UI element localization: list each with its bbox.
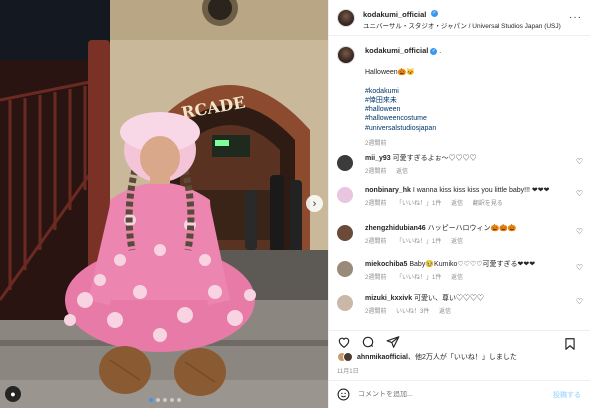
caption-time[interactable]: 2週間前 [365,141,441,149]
carousel-dot [156,398,160,402]
heart-icon[interactable] [337,335,351,349]
avatar[interactable] [337,46,355,64]
comment-like-heart-icon[interactable]: ♡ [576,157,583,166]
next-slide-button[interactable]: › [306,195,323,212]
comment-time[interactable]: 2週間前 [365,275,386,281]
avatar [343,352,353,362]
action-bar [329,330,590,354]
avatar[interactable] [337,225,353,241]
post-comment-button[interactable]: 投稿する [553,390,581,400]
user-tag-icon: ● [10,389,16,399]
comment-likes[interactable]: 「いいね！」1件 [396,275,441,281]
comment-like-heart-icon[interactable]: ♡ [576,297,583,306]
comment-like-heart-icon[interactable]: ♡ [576,189,583,198]
translate-button[interactable]: 翻訳を見る [473,201,503,207]
chevron-right-icon: › [312,197,317,210]
hashtag-link[interactable]: #kodakumi [365,87,441,96]
post-location[interactable]: ユニバーサル・スタジオ・ジャパン / Universal Studios Jap… [363,23,561,31]
comment-time[interactable]: 2週間前 [365,201,386,207]
comment-time[interactable]: 2週間前 [365,309,386,315]
comment-item: nonbinary_hk I wanna kiss kiss kiss you … [337,186,583,209]
avatar[interactable] [337,8,355,27]
comment-likes[interactable]: いいね！3件 [396,309,429,315]
bookmark-icon[interactable] [563,337,577,351]
comment-time[interactable]: 2週間前 [365,239,386,245]
post-side-panel: kodakumi_official ✓ ユニバーサル・スタジオ・ジャパン / U… [328,0,590,408]
comment-time[interactable]: 2週間前 [365,169,386,175]
carousel-dot [177,398,181,402]
carousel-dot [149,398,153,402]
comment-text: ハッピーハロウィン🎃🎃🎃 [427,225,517,232]
comment-username[interactable]: mizuki_kxxivk [365,295,412,302]
reply-button[interactable]: 返信 [451,239,463,245]
hashtag-link[interactable]: #倖田來未 [365,96,441,105]
avatar[interactable] [337,261,353,277]
comment-item: mizuki_kxxivk 可愛い、尊い♡♡♡♡ 2週間前 いいね！3件 返信 … [337,294,583,317]
post-date[interactable]: 11月1日 [337,366,359,375]
carousel-indicator [149,398,181,402]
hashtag-link[interactable]: #universalstudiosjapan [365,124,441,133]
hashtag-list: #kodakumi #倖田來未 #halloween #halloweencos… [365,87,441,132]
carousel-dot [163,398,167,402]
caption-username[interactable]: kodakumi_official [365,46,428,55]
comment-item: zhengzhidubian46 ハッピーハロウィン🎃🎃🎃 2週間前 「いいね！… [337,224,583,247]
reply-button[interactable]: 返信 [396,169,408,175]
comment-username[interactable]: nonbinary_hk [365,187,411,194]
likes-text: 、他2万人が「いいね！」しました [407,354,517,361]
likes-summary[interactable]: ahnmikaofficial 、他2万人が「いいね！」しました [337,352,517,362]
reply-button[interactable]: 返信 [451,275,463,281]
likes-username[interactable]: ahnmikaofficial [357,354,408,361]
post-caption: kodakumi_official ✓ . Halloween🎃🐱 #kodak… [329,38,590,148]
comments-list[interactable]: kodakumi_official ✓ . Halloween🎃🐱 #kodak… [329,38,590,324]
comment-text: 可愛すぎるよぉ〜♡♡♡♡ [392,155,477,162]
avatar[interactable] [337,155,353,171]
post-header: kodakumi_official ✓ ユニバーサル・スタジオ・ジャパン / U… [329,0,590,36]
emoji-icon[interactable] [337,388,350,401]
comment-like-heart-icon[interactable]: ♡ [576,263,583,272]
comment-likes[interactable]: 「いいね！」1件 [396,239,441,245]
share-icon[interactable] [386,335,400,349]
photo-illustration: RCADE [0,0,328,408]
comment-like-heart-icon[interactable]: ♡ [576,227,583,236]
comment-username[interactable]: zhengzhidubian46 [365,225,426,232]
comment-text: I wanna kiss kiss kiss you little baby!!… [412,187,550,194]
carousel-dot [170,398,174,402]
post-photo[interactable]: RCADE › ● [0,0,328,408]
user-tag-button[interactable]: ● [5,386,21,402]
reply-button[interactable]: 返信 [439,309,451,315]
reply-button[interactable]: 返信 [451,201,463,207]
verified-badge-icon: ✓ [430,47,438,55]
comment-text: 可愛い、尊い♡♡♡♡ [414,295,485,302]
comment-item: miekochiba5 Baby🥹Kumiko♡♡♡♡可愛すぎる❤❤❤ 2週間前… [337,260,583,283]
caption-text: Halloween🎃🐱 [365,69,416,77]
avatar[interactable] [337,295,353,311]
comment-text: Baby🥹Kumiko♡♡♡♡可愛すぎる❤❤❤ [409,261,536,268]
author-username[interactable]: kodakumi_official [363,10,426,19]
comment-username[interactable]: mii_y93 [365,155,391,162]
comment-icon[interactable] [361,335,375,349]
avatar[interactable] [337,187,353,203]
hashtag-link[interactable]: #halloween [365,105,441,114]
more-horizontal-icon[interactable]: ··· [569,12,582,23]
comment-item: mii_y93 可愛すぎるよぉ〜♡♡♡♡ 2週間前 返信 ♡ [337,154,583,177]
comment-likes[interactable]: 「いいね！」1件 [396,201,441,207]
comment-input[interactable] [358,391,538,398]
hashtag-link[interactable]: #halloweencostume [365,114,441,123]
caption-separator: . [439,48,442,55]
comment-composer: 投稿する [329,380,590,408]
comment-username[interactable]: miekochiba5 [365,261,407,268]
verified-badge-icon: ✓ [430,9,438,17]
